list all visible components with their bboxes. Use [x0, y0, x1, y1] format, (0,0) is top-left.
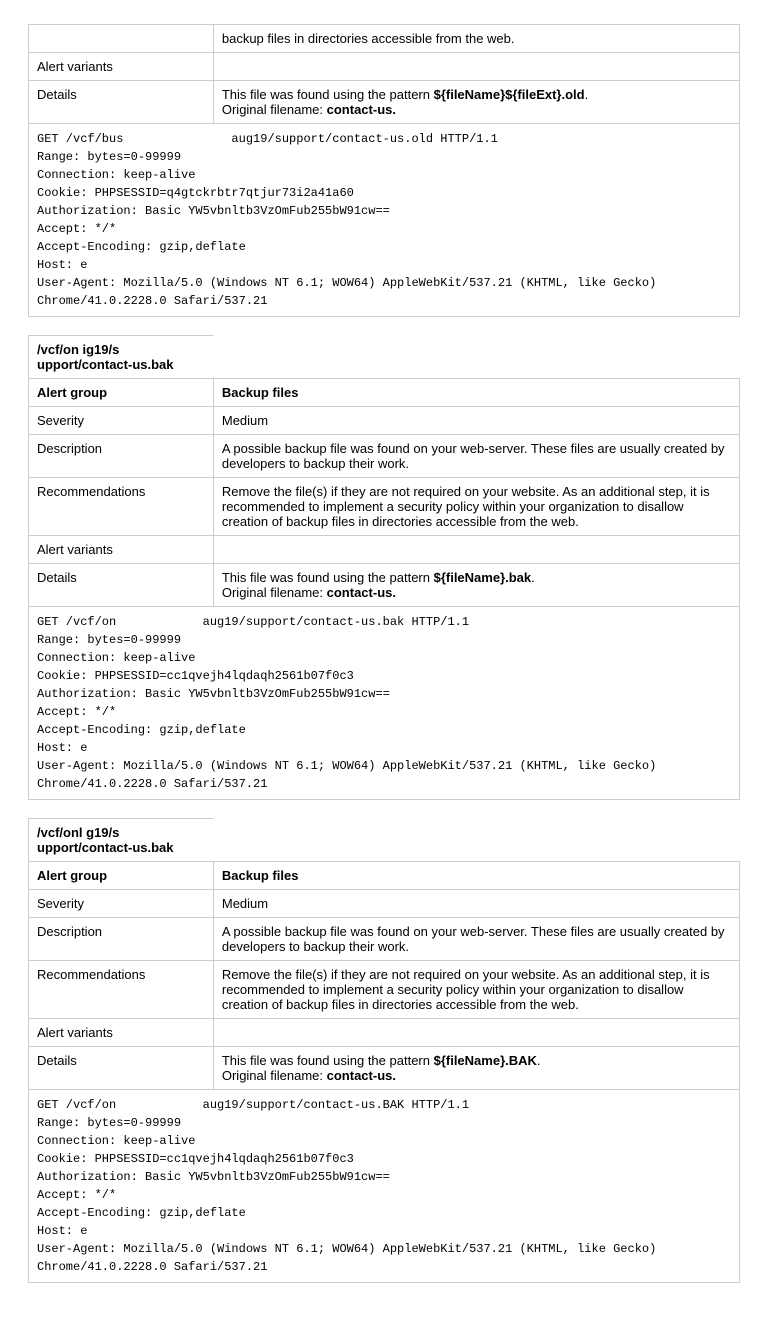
- severity-label: Severity: [29, 407, 214, 435]
- alert-table-partial: backup files in directories accessible f…: [28, 24, 740, 317]
- severity-value: Medium: [213, 407, 739, 435]
- details-pattern: ${fileName}.bak: [434, 570, 532, 585]
- alert-group-label: Alert group: [29, 379, 214, 407]
- recommendations-value: Remove the file(s) if they are not requi…: [213, 478, 739, 536]
- recommendations-label: Recommendations: [29, 478, 214, 536]
- description-label: Description: [29, 435, 214, 478]
- alert-group-label: Alert group: [29, 862, 214, 890]
- http-request: GET /vcf/bus aug19/support/contact-us.ol…: [29, 124, 739, 316]
- alert-group-value: Backup files: [213, 862, 739, 890]
- alert-table-1: /vcf/onl g19/s upport/contact-us.bak Ale…: [28, 818, 740, 1283]
- partial-blank-label: [29, 25, 214, 53]
- alert-variants-label: Alert variants: [29, 536, 214, 564]
- file-path-header-spacer: [213, 819, 739, 862]
- alert-variants-value: [213, 53, 739, 81]
- details-line2-bold: contact-us.: [327, 1068, 396, 1083]
- details-text-suffix: .: [585, 87, 589, 102]
- file-path-header: /vcf/onl g19/s upport/contact-us.bak: [29, 819, 214, 862]
- details-text-prefix: This file was found using the pattern: [222, 570, 434, 585]
- alert-variants-value: [213, 1019, 739, 1047]
- details-text-suffix: .: [537, 1053, 541, 1068]
- alert-variants-label: Alert variants: [29, 53, 214, 81]
- alert-table-0: /vcf/on ig19/s upport/contact-us.bak Ale…: [28, 335, 740, 800]
- details-label: Details: [29, 564, 214, 607]
- details-text-prefix: This file was found using the pattern: [222, 1053, 434, 1068]
- details-line2-prefix: Original filename:: [222, 1068, 327, 1083]
- file-path-header: /vcf/on ig19/s upport/contact-us.bak: [29, 336, 214, 379]
- http-request: GET /vcf/on aug19/support/contact-us.BAK…: [29, 1090, 739, 1282]
- severity-label: Severity: [29, 890, 214, 918]
- http-request: GET /vcf/on aug19/support/contact-us.bak…: [29, 607, 739, 799]
- description-value: A possible backup file was found on your…: [213, 918, 739, 961]
- severity-value: Medium: [213, 890, 739, 918]
- details-line2-bold: contact-us.: [327, 585, 396, 600]
- details-value: This file was found using the pattern ${…: [213, 81, 739, 124]
- details-text-suffix: .: [531, 570, 535, 585]
- details-pattern: ${fileName}${fileExt}.old: [434, 87, 585, 102]
- details-line2-prefix: Original filename:: [222, 585, 327, 600]
- partial-continuation-text: backup files in directories accessible f…: [213, 25, 739, 53]
- details-text-prefix: This file was found using the pattern: [222, 87, 434, 102]
- details-value: This file was found using the pattern ${…: [213, 1047, 739, 1090]
- details-value: This file was found using the pattern ${…: [213, 564, 739, 607]
- file-path-header-spacer: [213, 336, 739, 379]
- description-value: A possible backup file was found on your…: [213, 435, 739, 478]
- alert-variants-label: Alert variants: [29, 1019, 214, 1047]
- recommendations-value: Remove the file(s) if they are not requi…: [213, 961, 739, 1019]
- details-label: Details: [29, 1047, 214, 1090]
- description-label: Description: [29, 918, 214, 961]
- recommendations-label: Recommendations: [29, 961, 214, 1019]
- alert-group-value: Backup files: [213, 379, 739, 407]
- alert-variants-value: [213, 536, 739, 564]
- details-line2-prefix: Original filename:: [222, 102, 327, 117]
- details-label: Details: [29, 81, 214, 124]
- details-pattern: ${fileName}.BAK: [434, 1053, 537, 1068]
- details-line2-bold: contact-us.: [327, 102, 396, 117]
